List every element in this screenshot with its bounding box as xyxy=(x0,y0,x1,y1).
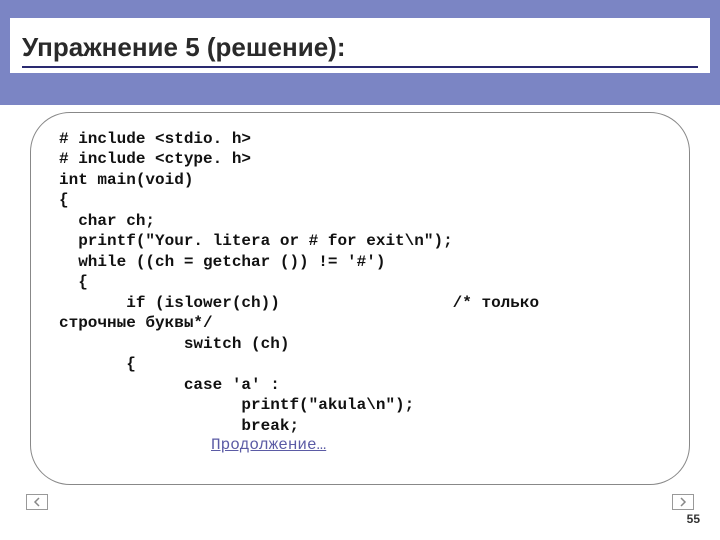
title-divider xyxy=(22,66,698,68)
code-listing: # include <stdio. h> # include <ctype. h… xyxy=(59,129,661,436)
slide-title: Упражнение 5 (решение): xyxy=(22,32,698,63)
title-container: Упражнение 5 (решение): xyxy=(10,18,710,73)
page-number: 55 xyxy=(687,512,700,526)
code-content-box: # include <stdio. h> # include <ctype. h… xyxy=(30,112,690,485)
nav-arrows xyxy=(26,494,694,510)
chevron-left-icon xyxy=(32,497,42,507)
continue-link[interactable]: Продолжение… xyxy=(211,436,326,454)
next-arrow-button[interactable] xyxy=(672,494,694,510)
chevron-right-icon xyxy=(678,497,688,507)
prev-arrow-button[interactable] xyxy=(26,494,48,510)
